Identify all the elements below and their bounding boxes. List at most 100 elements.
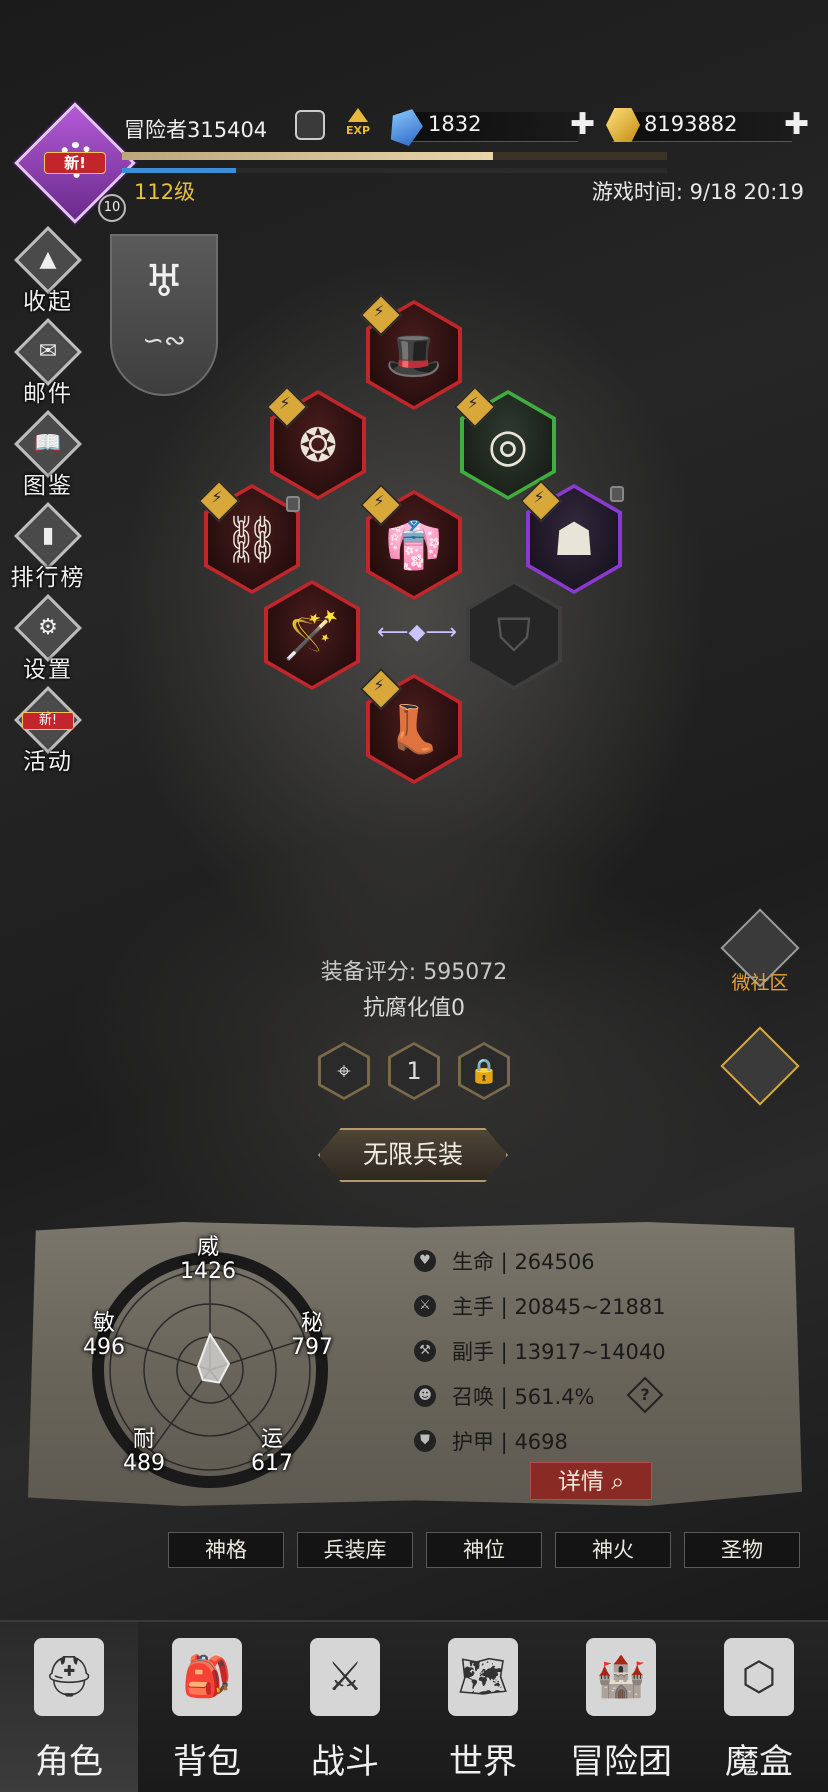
stat-label: 生命: [452, 1250, 494, 1274]
offhand-icon: ⚒: [414, 1340, 436, 1362]
tab-divinity[interactable]: 神格: [168, 1532, 284, 1568]
map-icon: 🗺: [448, 1638, 518, 1716]
side-item-label: 图鉴: [23, 473, 73, 499]
attr-nai: 耐 489: [123, 1427, 165, 1476]
add-gold-button[interactable]: ✚: [784, 110, 809, 140]
nav-label: 战斗: [311, 1742, 379, 1782]
player-name: 冒险者315404: [124, 118, 268, 142]
side-item-label: 设置: [23, 657, 73, 683]
side-ranking-button[interactable]: ▮ 排行榜: [8, 502, 88, 598]
stat-row-mainhand: ⚔ 主手 | 20845~21881: [414, 1289, 774, 1325]
diamond-resource: [398, 112, 578, 142]
equipment-score: 装备评分: 595072: [320, 960, 508, 985]
magnifier-icon: ⌕: [611, 1469, 625, 1495]
exp-progress-fill: [122, 152, 493, 160]
nav-label: 冒险团: [570, 1742, 672, 1782]
stat-label: 护甲: [452, 1430, 494, 1454]
stat-row-summon: ☻ 召唤 | 561.4%: [414, 1379, 774, 1415]
avatar[interactable]: 新! 10: [14, 102, 136, 224]
tab-armory[interactable]: 兵装库: [297, 1532, 413, 1568]
demon-emblem-icon: ♅: [144, 256, 184, 307]
side-codex-button[interactable]: 📖 图鉴: [8, 410, 88, 506]
avatar-level-badge: 10: [98, 194, 126, 222]
infinite-arms-button[interactable]: 无限兵装: [318, 1128, 508, 1182]
side-event-button[interactable]: ✦ 新! 活动: [8, 686, 88, 782]
lock-icon: [610, 486, 624, 502]
cube-icon: ⬡: [724, 1638, 794, 1716]
rank-emblem-icon: [720, 1026, 800, 1106]
radar-value-shape: [197, 1332, 231, 1384]
attr-mi: 秘 797: [291, 1311, 333, 1360]
side-item-label: 排行榜: [10, 565, 86, 591]
lock-icon: [286, 496, 300, 512]
nav-backpack[interactable]: 🎒 背包: [138, 1622, 276, 1792]
attr-min: 敏 496: [83, 1311, 125, 1360]
shield-sword-icon: ⚔: [310, 1638, 380, 1716]
side-item-label: 邮件: [23, 381, 73, 407]
nav-label: 背包: [173, 1742, 241, 1782]
exp-icon[interactable]: EXP: [342, 108, 374, 140]
stat-row-offhand: ⚒ 副手 | 13917~14040: [414, 1334, 774, 1370]
attr-wei: 威 1426: [180, 1235, 236, 1284]
armor-icon: ⛊: [414, 1430, 436, 1452]
avatar-new-badge: 新!: [44, 152, 106, 174]
attr-yun: 运 617: [251, 1427, 293, 1476]
castle-icon: 🏰: [586, 1638, 656, 1716]
backpack-icon: 🎒: [172, 1638, 242, 1716]
community-label: 微社区: [731, 972, 789, 994]
shield-icon: ⛉: [496, 608, 532, 662]
secondary-progress-bar: [122, 168, 667, 173]
helmet-icon: ⛑: [34, 1638, 104, 1716]
side-mail-button[interactable]: ✉ 邮件: [8, 318, 88, 414]
bottom-nav: ⛑ 角色 🎒 背包 ⚔ 战斗 🗺 世界 🏰 冒险团 ⬡ 魔盒: [0, 1620, 828, 1792]
nav-magic-box[interactable]: ⬡ 魔盒: [690, 1622, 828, 1792]
rank-emblem-button[interactable]: [718, 1026, 802, 1114]
add-diamond-button[interactable]: ✚: [570, 110, 595, 140]
tab-relics[interactable]: 圣物: [684, 1532, 800, 1568]
staff-icon: 🪄: [283, 608, 341, 662]
stat-value: 561.4%: [514, 1385, 595, 1409]
gold-count: 8193882: [644, 112, 738, 136]
edit-name-icon[interactable]: [295, 110, 325, 140]
stat-row-armor: ⛊ 护甲 | 4698: [414, 1424, 774, 1460]
diamond-count: 1832: [428, 112, 482, 136]
nav-world[interactable]: 🗺 世界: [414, 1622, 552, 1792]
community-button[interactable]: 微社区: [718, 908, 802, 996]
exp-progress-bar: [122, 152, 667, 160]
stat-value: 13917~14040: [514, 1340, 666, 1364]
stat-value: 4698: [514, 1430, 568, 1454]
loadout-number: 1: [391, 1045, 437, 1097]
nav-label: 世界: [449, 1742, 517, 1782]
summon-icon: ☻: [414, 1385, 436, 1407]
stat-label: 主手: [452, 1295, 494, 1319]
lock-icon: 🔒: [461, 1045, 507, 1097]
details-label: 详情: [557, 1469, 604, 1495]
side-item-label: 活动: [23, 749, 73, 775]
nav-battle[interactable]: ⚔ 战斗: [276, 1622, 414, 1792]
weapon-link-icon: ⟵◆⟶: [377, 620, 457, 645]
nav-label: 魔盒: [725, 1742, 793, 1782]
stat-label: 副手: [452, 1340, 494, 1364]
stat-row-hp: ♥ 生命 | 264506: [414, 1244, 774, 1280]
stat-value: 264506: [514, 1250, 595, 1274]
anti-corrosion-value: 抗腐化值0: [363, 996, 465, 1021]
details-button[interactable]: 详情 ⌕: [530, 1462, 652, 1500]
stat-label: 召唤: [452, 1385, 494, 1409]
guild-banner[interactable]: ♅ ∽∾: [110, 234, 218, 396]
heart-icon: ♥: [414, 1250, 436, 1272]
sword-icon: ⚔: [414, 1295, 436, 1317]
game-time: 游戏时间: 9/18 20:19: [591, 180, 804, 204]
stat-value: 20845~21881: [514, 1295, 666, 1319]
side-settings-button[interactable]: ⚙ 设置: [8, 594, 88, 690]
tab-divine-fire[interactable]: 神火: [555, 1532, 671, 1568]
nav-label: 角色: [35, 1742, 103, 1782]
nav-adventure-group[interactable]: 🏰 冒险团: [552, 1622, 690, 1792]
event-new-badge: 新!: [22, 712, 74, 730]
nav-character[interactable]: ⛑ 角色: [0, 1622, 138, 1792]
secondary-progress-fill: [122, 168, 237, 173]
side-item-label: 收起: [23, 289, 73, 315]
location-pin-icon: ⌖: [321, 1045, 367, 1097]
player-level: 112级: [134, 180, 196, 204]
tab-divine-rank[interactable]: 神位: [426, 1532, 542, 1568]
side-collapse-button[interactable]: ▲ 收起: [8, 226, 88, 322]
